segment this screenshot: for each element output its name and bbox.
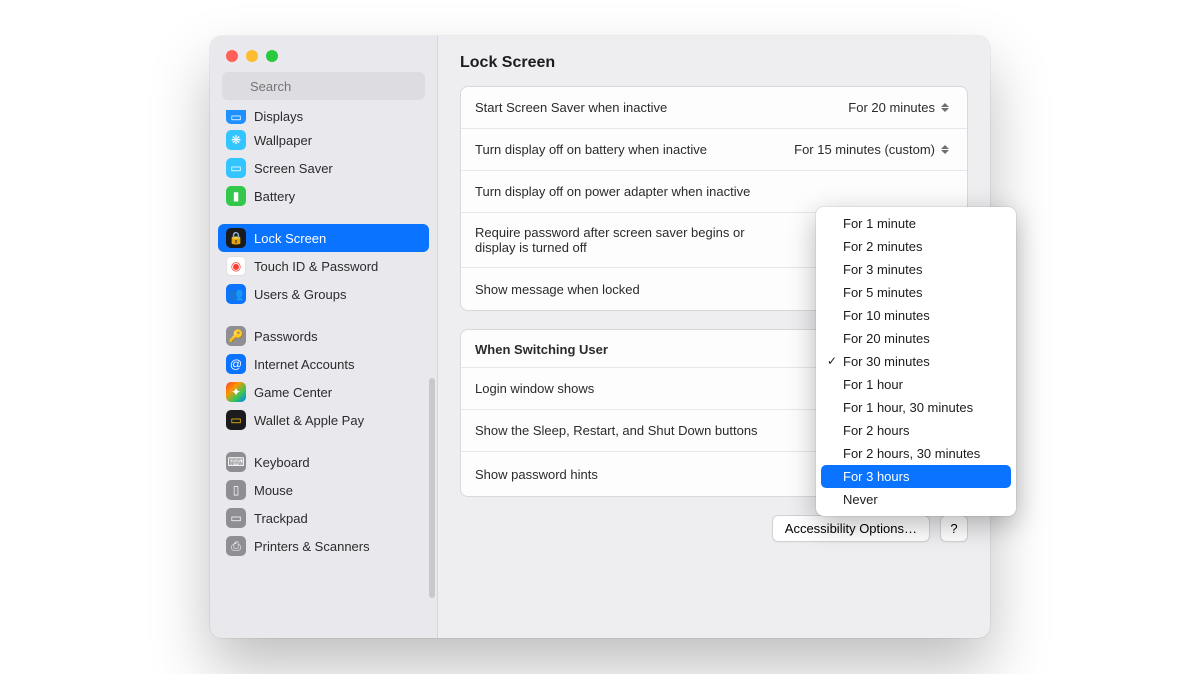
system-settings-window: ▭ Displays ❋ Wallpaper ▭ Screen Saver ▮ Battery… (210, 36, 990, 638)
zoom-window-button[interactable] (266, 50, 278, 62)
sidebar-item-displays[interactable]: ▭ Displays (218, 108, 429, 126)
sidebar-item-label: Passwords (254, 329, 318, 344)
menu-option[interactable]: For 2 minutes (821, 235, 1011, 258)
displays-icon: ▭ (226, 110, 246, 124)
sidebar-item-label: Wallet & Apple Pay (254, 413, 364, 428)
sidebar-item-printers-scanners[interactable]: ⎙ Printers & Scanners (218, 532, 429, 560)
touch-icon: ◉ (226, 256, 246, 276)
sidebar-item-keyboard[interactable]: ⌨ Keyboard (218, 448, 429, 476)
sidebar-item-screen-saver[interactable]: ▭ Screen Saver (218, 154, 429, 182)
sidebar-nav: ▭ Displays ❋ Wallpaper ▭ Screen Saver ▮ Battery… (210, 108, 437, 638)
game-icon: ✦ (226, 382, 246, 402)
lock-icon: 🔒 (226, 228, 246, 248)
menu-option[interactable]: For 1 hour, 30 minutes (821, 396, 1011, 419)
sidebar-item-users-groups[interactable]: 👥 Users & Groups (218, 280, 429, 308)
sidebar-scrollbar[interactable] (429, 378, 435, 598)
sidebar-item-label: Game Center (254, 385, 332, 400)
sidebar-item-label: Mouse (254, 483, 293, 498)
sidebar-item-label: Battery (254, 189, 295, 204)
setting-display-battery-value: For 15 minutes (custom) (794, 142, 935, 157)
sidebar-item-wallet-apple-pay[interactable]: ▭ Wallet & Apple Pay (218, 406, 429, 434)
setting-screensaver-dropdown[interactable]: For 20 minutes (848, 100, 953, 115)
sidebar-item-trackpad[interactable]: ▭ Trackpad (218, 504, 429, 532)
wallet-icon: ▭ (226, 410, 246, 430)
menu-option[interactable]: Never (821, 488, 1011, 511)
keyboard-icon: ⌨ (226, 452, 246, 472)
setting-screensaver-value: For 20 minutes (848, 100, 935, 115)
sidebar-item-label: Screen Saver (254, 161, 333, 176)
sidebar-item-label: Keyboard (254, 455, 310, 470)
display-power-dropdown-menu[interactable]: For 1 minuteFor 2 minutesFor 3 minutesFo… (816, 207, 1016, 516)
sidebar-item-label: Lock Screen (254, 231, 326, 246)
sidebar-item-battery[interactable]: ▮ Battery (218, 182, 429, 210)
page-title: Lock Screen (460, 54, 968, 72)
setting-screensaver: Start Screen Saver when inactive For 20 … (461, 87, 967, 129)
battery-icon: ▮ (226, 186, 246, 206)
setting-require-password-label: Require password after screen saver begi… (475, 225, 785, 255)
footer-row: Accessibility Options… ? (460, 515, 968, 542)
menu-option[interactable]: For 30 minutes (821, 350, 1011, 373)
sidebar-item-wallpaper[interactable]: ❋ Wallpaper (218, 126, 429, 154)
screen-icon: ▭ (226, 158, 246, 178)
menu-option[interactable]: For 3 minutes (821, 258, 1011, 281)
sidebar-item-passwords[interactable]: 🔑 Passwords (218, 322, 429, 350)
sidebar-item-lock-screen[interactable]: 🔒 Lock Screen (218, 224, 429, 252)
setting-display-battery-dropdown[interactable]: For 15 minutes (custom) (794, 142, 953, 157)
sidebar-item-label: Trackpad (254, 511, 308, 526)
sidebar: ▭ Displays ❋ Wallpaper ▭ Screen Saver ▮ Battery… (210, 36, 438, 638)
menu-option[interactable]: For 1 minute (821, 212, 1011, 235)
login-window-label: Login window shows (475, 381, 821, 396)
accessibility-options-button[interactable]: Accessibility Options… (772, 515, 930, 542)
menu-option[interactable]: For 3 hours (821, 465, 1011, 488)
sidebar-item-label: Wallpaper (254, 133, 312, 148)
menu-option[interactable]: For 20 minutes (821, 327, 1011, 350)
menu-option[interactable]: For 1 hour (821, 373, 1011, 396)
setting-display-battery-label: Turn display off on battery when inactiv… (475, 142, 786, 157)
minimize-window-button[interactable] (246, 50, 258, 62)
mouse-icon: ▯ (226, 480, 246, 500)
stepper-icon (941, 145, 953, 154)
passwords-icon: 🔑 (226, 326, 246, 346)
internet-icon: @ (226, 354, 246, 374)
sidebar-item-mouse[interactable]: ▯ Mouse (218, 476, 429, 504)
help-button[interactable]: ? (940, 515, 968, 542)
menu-option[interactable]: For 10 minutes (821, 304, 1011, 327)
sidebar-item-game-center[interactable]: ✦ Game Center (218, 378, 429, 406)
menu-option[interactable]: For 5 minutes (821, 281, 1011, 304)
trackpad-icon: ▭ (226, 508, 246, 528)
stepper-icon (941, 103, 953, 112)
window-controls (210, 36, 437, 72)
sidebar-item-label: Internet Accounts (254, 357, 354, 372)
sidebar-item-label: Touch ID & Password (254, 259, 378, 274)
sidebar-item-internet-accounts[interactable]: @ Internet Accounts (218, 350, 429, 378)
sidebar-item-label: Printers & Scanners (254, 539, 370, 554)
main-content: Lock Screen Start Screen Saver when inac… (438, 36, 990, 638)
sidebar-item-touch-id-password[interactable]: ◉ Touch ID & Password (218, 252, 429, 280)
printers-icon: ⎙ (226, 536, 246, 556)
users-icon: 👥 (226, 284, 246, 304)
sidebar-item-label: Users & Groups (254, 287, 346, 302)
setting-screensaver-label: Start Screen Saver when inactive (475, 100, 840, 115)
close-window-button[interactable] (226, 50, 238, 62)
menu-option[interactable]: For 2 hours (821, 419, 1011, 442)
search-input[interactable] (222, 72, 425, 100)
wallpaper-icon: ❋ (226, 130, 246, 150)
menu-option[interactable]: For 2 hours, 30 minutes (821, 442, 1011, 465)
sidebar-item-label: Displays (254, 109, 303, 124)
setting-display-battery: Turn display off on battery when inactiv… (461, 129, 967, 171)
setting-display-power-label: Turn display off on power adapter when i… (475, 184, 953, 199)
